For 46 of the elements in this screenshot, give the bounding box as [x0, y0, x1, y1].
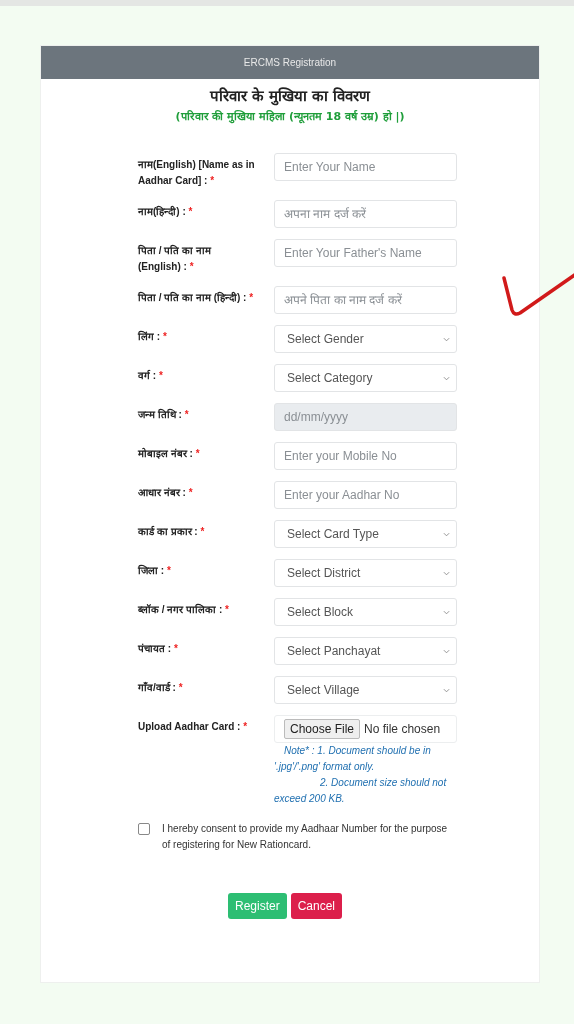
- input-field[interactable]: अपना नाम दर्ज करें: [274, 200, 457, 228]
- consent-checkbox[interactable]: [138, 823, 150, 835]
- input-field[interactable]: Enter Your Name: [274, 153, 457, 181]
- select-dropdown[interactable]: Select Panchayat: [274, 637, 457, 665]
- upload-note: 2. Document size should not exceed 200 KB.: [274, 776, 448, 806]
- field-label: नाम(हिन्दी) : *: [138, 204, 194, 219]
- input-field[interactable]: Enter Your Father's Name: [274, 239, 457, 267]
- input-field[interactable]: अपने पिता का नाम दर्ज करें: [274, 286, 457, 314]
- field-label: पिता / पति का नाम (हिन्दी) : *: [138, 290, 255, 305]
- consent-text: I hereby consent to provide my Aadhaar Number for the purpose of registering for New Rationcard.: [162, 822, 449, 852]
- field-label: पंचायत : *: [138, 642, 179, 656]
- select-dropdown[interactable]: Select Card Type: [274, 520, 457, 548]
- field-label: जन्म तिथि : *: [138, 407, 190, 422]
- upload-note: Note* : 1. Document should be in '.jpg'/'.png' format only.: [274, 744, 432, 774]
- field-label: मोबाइल नंबर : *: [138, 446, 201, 461]
- input-field[interactable]: Enter your Mobile No: [274, 442, 457, 470]
- chevron-down-icon: [443, 648, 450, 654]
- field-label: ब्लॉक / नगर पालिका : *: [138, 602, 230, 617]
- chevron-down-icon: [443, 336, 450, 342]
- field-label: पिता / पति का नाम (English) : *: [138, 243, 213, 274]
- file-field[interactable]: Choose File No file chosen: [274, 715, 457, 743]
- field-label: कार्ड का प्रकार : *: [138, 525, 206, 539]
- field-label: Upload Aadhar Card : *: [138, 720, 249, 734]
- cancel-button[interactable]: Cancel: [290, 893, 342, 919]
- chevron-down-icon: [443, 687, 450, 693]
- field-label: नाम(English) [Name as in Aadhar Card] : *: [138, 158, 256, 188]
- select-dropdown[interactable]: Select Category: [274, 364, 457, 392]
- chevron-down-icon: [443, 531, 450, 537]
- chevron-down-icon: [443, 375, 450, 381]
- choose-file-button[interactable]: Choose File: [284, 719, 361, 739]
- form-subheading: (परिवार की मुखिया महिला (न्यूनतम 18 वर्ष उम्र) हो |): [174, 109, 406, 123]
- field-label: जिला : *: [138, 563, 172, 578]
- field-label: गाँव/वार्ड : *: [138, 681, 184, 695]
- field-label: लिंग : *: [138, 329, 168, 344]
- input-field[interactable]: Enter your Aadhar No: [274, 481, 457, 509]
- select-dropdown[interactable]: Select Block: [274, 598, 457, 626]
- field-label: आधार नंबर : *: [138, 486, 194, 500]
- form-heading: परिवार के मुखिया का विवरण: [208, 86, 372, 105]
- file-status: No file chosen: [364, 722, 441, 736]
- select-dropdown[interactable]: Select Gender: [274, 325, 457, 353]
- select-dropdown[interactable]: Select District: [274, 559, 457, 587]
- chevron-down-icon: [443, 609, 450, 615]
- select-dropdown[interactable]: Select Village: [274, 676, 457, 704]
- header-title: ERCMS Registration: [243, 57, 337, 68]
- chevron-down-icon: [443, 570, 450, 576]
- field-label: वर्ग : *: [138, 369, 164, 383]
